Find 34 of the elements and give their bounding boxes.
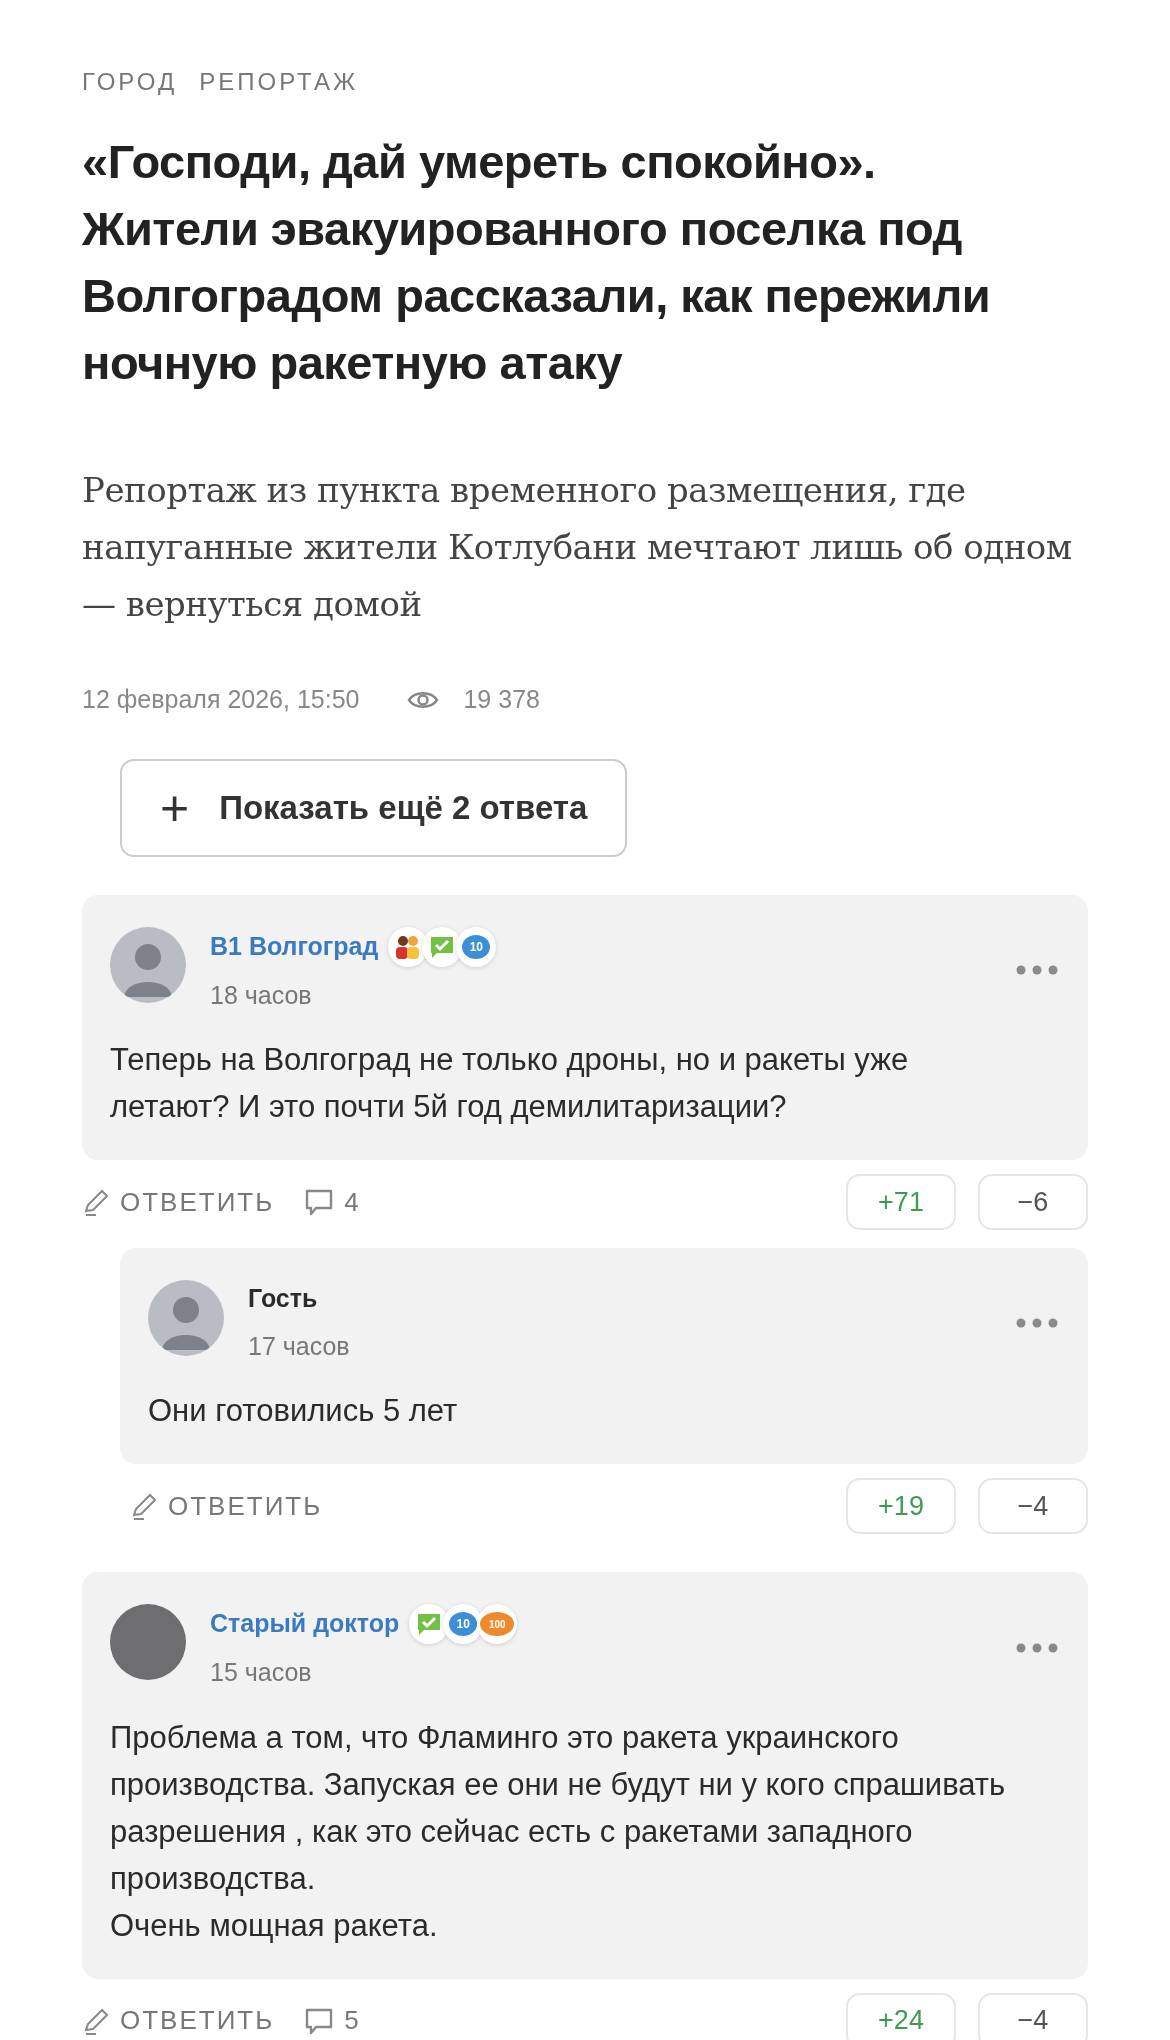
comment-text: Проблема а том, что Фламинго это ракета украинского производства. Запуская ее они не будут ни у кого спрашивать разрешения , как это сейчас есть с ракетами западного производства. Очень мощная ракета. xyxy=(110,1718,1007,1945)
comment-text: Теперь на Волгоград не только дроны, но и ракеты уже летают? И это почти 5й год демилитаризации? xyxy=(110,1041,910,1126)
upvote-button[interactable]: +71 xyxy=(846,1174,956,1230)
more-options-icon[interactable] xyxy=(1016,1642,1058,1653)
reply-button[interactable]: ОТВЕТИТЬ xyxy=(130,1486,323,1526)
comment-time: 15 часов xyxy=(210,1657,313,1688)
author-name: Гость xyxy=(248,1283,318,1314)
reply-button[interactable]: ОТВЕТИТЬ xyxy=(82,1182,275,1222)
downvote-button[interactable]: −4 xyxy=(978,1992,1088,2040)
rubric-link[interactable]: ГОРОД xyxy=(82,64,178,100)
reply-button[interactable]: ОТВЕТИТЬ xyxy=(82,2001,275,2040)
downvote-button[interactable]: −6 xyxy=(978,1174,1088,1230)
upvote-button[interactable]: +24 xyxy=(846,1992,956,2040)
speech-bubble-icon[interactable] xyxy=(304,1188,335,1216)
downvote-button[interactable]: −4 xyxy=(978,1478,1088,1534)
article-lead: Репортаж из пункта временного размещения, где напуганные жители Котлубани мечтают лишь об одном — вернуться домой xyxy=(82,469,1073,626)
replies-count-link[interactable]: 4 xyxy=(304,1182,359,1222)
message-count-badge: 10 xyxy=(456,926,497,967)
rubric-link[interactable]: РЕПОРТАЖ xyxy=(199,64,359,100)
comment-time: 17 часов xyxy=(248,1330,350,1362)
speech-bubble-icon[interactable] xyxy=(304,2006,335,2035)
publish-date: 12 февраля 2026, 15:50 xyxy=(82,684,360,715)
author-link[interactable]: Старый доктор xyxy=(210,1605,400,1643)
more-options-icon[interactable] xyxy=(1016,1317,1058,1328)
replies-count-link[interactable]: 5 xyxy=(304,2001,359,2040)
show-more-button[interactable]: + Показать ещё 2 ответа xyxy=(120,758,628,857)
view-count: 19 378 xyxy=(463,684,540,715)
upvote-button[interactable]: +19 xyxy=(846,1478,956,1534)
comment-text: Они готовились 5 лет xyxy=(148,1392,459,1430)
comment-time: 18 часов xyxy=(210,979,313,1011)
article-title: «Господи, дай умереть спокойно». Жители эвакуированного поселка под Волгоградом рассказали, как пережили ночную ракетную атаку xyxy=(82,134,992,391)
message-count-badge: 100 xyxy=(477,1604,518,1644)
author-link[interactable]: В1 Волгоград xyxy=(210,927,379,966)
more-options-icon[interactable] xyxy=(1016,965,1058,976)
